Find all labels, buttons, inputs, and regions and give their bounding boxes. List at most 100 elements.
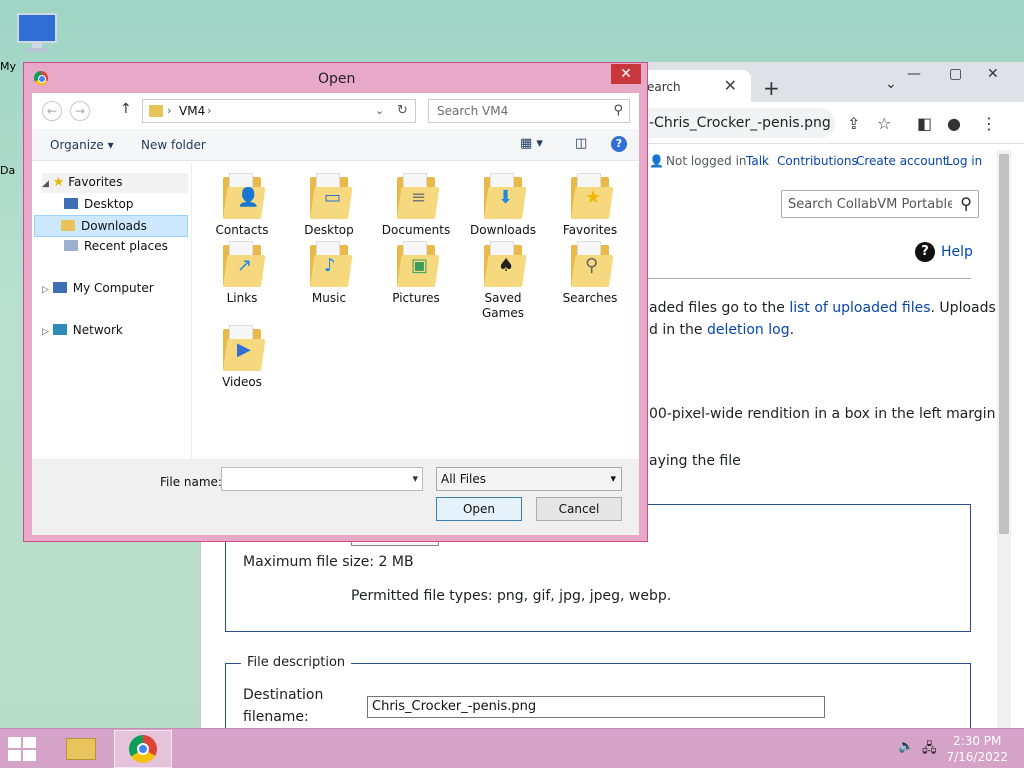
chrome-taskbar-button[interactable] bbox=[114, 730, 172, 768]
bookmark-star-icon[interactable]: ☆ bbox=[877, 114, 891, 133]
help-icon[interactable]: ? bbox=[611, 136, 627, 152]
folder-icon: ≡ bbox=[397, 173, 440, 219]
path-chevron-icon: › bbox=[167, 104, 172, 117]
tree-collapse-icon[interactable]: ▷ bbox=[42, 327, 49, 337]
file-name-input[interactable]: ▾ bbox=[221, 467, 423, 491]
help-link[interactable]: ? Help bbox=[915, 242, 973, 262]
folder-documents[interactable]: ≡ Documents bbox=[376, 173, 456, 238]
preview-pane-icon[interactable]: ◫ bbox=[575, 136, 587, 151]
deletion-log-link[interactable]: deletion log bbox=[707, 322, 790, 338]
folder-icon: ⬇ bbox=[484, 173, 527, 219]
chevron-down-icon[interactable]: ▾ bbox=[610, 472, 616, 485]
clock[interactable]: 2:30 PM 7/16/2022 bbox=[946, 733, 1008, 765]
refresh-icon[interactable]: ↻ bbox=[397, 103, 408, 118]
create-account-link[interactable]: Create account bbox=[856, 154, 948, 168]
dialog-title-bar[interactable]: Open ✕ bbox=[24, 63, 647, 93]
scrollbar-thumb[interactable] bbox=[999, 154, 1009, 534]
profile-avatar-icon[interactable]: ● bbox=[947, 114, 961, 133]
destination-label-line-2: filename: bbox=[243, 709, 309, 725]
windows-start-icon[interactable] bbox=[8, 737, 38, 761]
tree-item-my-computer[interactable]: ▷ My Computer bbox=[42, 279, 154, 297]
destination-filename-input[interactable]: Chris_Crocker_-penis.png bbox=[367, 696, 825, 718]
chevron-down-icon[interactable]: ▾ bbox=[412, 472, 418, 485]
path-chevron-icon-2[interactable]: › bbox=[207, 104, 211, 117]
search-icon[interactable]: ⚲ bbox=[613, 103, 623, 118]
address-bar[interactable]: -Chris_Crocker_-penis.png bbox=[641, 108, 835, 138]
folder-label: Documents bbox=[381, 223, 451, 237]
history-dropdown-icon[interactable]: ⌄ bbox=[375, 104, 384, 117]
folder-downloads[interactable]: ⬇ Downloads bbox=[463, 173, 543, 238]
tree-item-downloads[interactable]: Downloads bbox=[34, 215, 188, 237]
tree-item-network[interactable]: ▷ Network bbox=[42, 321, 123, 339]
share-icon[interactable]: ⇪ bbox=[847, 114, 860, 133]
address-path-bar[interactable]: › VM4 › ⌄ ↻ bbox=[142, 99, 416, 123]
back-arrow-icon[interactable]: ← bbox=[42, 101, 62, 121]
folder-label: Music bbox=[311, 291, 347, 305]
folder-pictures[interactable]: ▣ Pictures bbox=[376, 241, 456, 306]
tab-search-icon[interactable]: ⌄ bbox=[885, 76, 897, 92]
folder-links[interactable]: ↗ Links bbox=[202, 241, 282, 306]
folder-music[interactable]: ♪ Music bbox=[289, 241, 369, 306]
folder-label: Favorites bbox=[562, 223, 618, 237]
folder-path-icon bbox=[149, 105, 163, 117]
folder-label: Desktop bbox=[304, 223, 354, 237]
contributions-link[interactable]: Contributions bbox=[777, 154, 858, 168]
close-tab-icon[interactable]: ✕ bbox=[724, 76, 737, 95]
tree-label-network: Network bbox=[72, 323, 123, 337]
folder-icon: ▭ bbox=[310, 173, 353, 219]
file-name-label: File name: bbox=[160, 475, 222, 489]
clock-time: 2:30 PM bbox=[953, 734, 1002, 748]
music-note-icon: ♪ bbox=[324, 255, 336, 276]
wiki-search-input[interactable]: Search CollabVM Portable W ⚲ bbox=[781, 190, 979, 218]
search-icon[interactable]: ⚲ bbox=[960, 194, 972, 213]
downloads-folder-icon bbox=[61, 220, 75, 231]
maximize-icon[interactable]: ▢ bbox=[949, 66, 962, 82]
file-type-select[interactable]: All Files ▾ bbox=[436, 467, 622, 491]
folder-label: Searches bbox=[562, 291, 618, 305]
forward-arrow-icon[interactable]: → bbox=[70, 101, 90, 121]
folder-saved-games[interactable]: ♠ Saved Games bbox=[463, 241, 543, 321]
page-scrollbar[interactable] bbox=[997, 150, 1011, 730]
talk-link[interactable]: Talk bbox=[746, 154, 769, 168]
folder-videos[interactable]: ▶ Videos bbox=[202, 325, 282, 390]
browser-tab[interactable]: earch ✕ bbox=[641, 70, 751, 102]
tree-label-favorites: Favorites bbox=[68, 175, 123, 189]
volume-muted-icon[interactable]: 🔈 bbox=[898, 739, 914, 754]
cancel-button[interactable]: Cancel bbox=[536, 497, 622, 521]
tree-collapse-icon[interactable]: ▷ bbox=[42, 285, 49, 295]
organize-menu[interactable]: Organize ▾ bbox=[50, 138, 114, 152]
side-panel-icon[interactable]: ◧ bbox=[917, 114, 932, 133]
intro-text-1a: aded files go to the bbox=[649, 300, 790, 316]
tree-item-desktop[interactable]: Desktop bbox=[60, 195, 138, 213]
folder-contacts[interactable]: 👤 Contacts bbox=[202, 173, 282, 238]
menu-kebab-icon[interactable]: ⋮ bbox=[981, 114, 997, 133]
log-in-link[interactable]: Log in bbox=[946, 154, 982, 168]
new-folder-button[interactable]: New folder bbox=[141, 138, 206, 152]
folder-favorites[interactable]: ★ Favorites bbox=[550, 173, 630, 238]
clock-date: 7/16/2022 bbox=[946, 750, 1008, 764]
view-options-icon[interactable]: ▦ ▾ bbox=[520, 136, 543, 151]
help-label: Help bbox=[941, 244, 973, 260]
spade-icon: ♠ bbox=[498, 255, 515, 276]
computer-desktop-icon[interactable] bbox=[14, 10, 62, 58]
folder-searches[interactable]: ⚲ Searches bbox=[550, 241, 630, 306]
minimize-icon[interactable]: — bbox=[907, 66, 921, 82]
tree-item-recent-places[interactable]: Recent places bbox=[60, 237, 172, 255]
close-window-icon[interactable]: ✕ bbox=[987, 66, 999, 82]
dialog-search-input[interactable]: Search VM4 ⚲ bbox=[428, 99, 630, 123]
open-button[interactable]: Open bbox=[436, 497, 522, 521]
network-tray-icon[interactable]: 🖧 bbox=[922, 739, 937, 761]
uploaded-files-link[interactable]: list of uploaded files bbox=[789, 300, 930, 316]
destination-label-line-1: Destination bbox=[243, 687, 324, 703]
download-arrow-icon: ⬇ bbox=[498, 187, 514, 208]
up-arrow-icon[interactable]: ↑ bbox=[120, 101, 132, 117]
star-icon: ★ bbox=[585, 187, 602, 208]
dialog-close-button[interactable]: ✕ bbox=[611, 64, 641, 84]
intro-text-2a: d in the bbox=[649, 322, 707, 338]
tree-item-favorites[interactable]: ◢ ★ Favorites bbox=[42, 173, 188, 193]
folder-desktop[interactable]: ▭ Desktop bbox=[289, 173, 369, 238]
new-tab-button[interactable]: + bbox=[763, 76, 780, 100]
tree-expand-icon[interactable]: ◢ bbox=[42, 179, 49, 189]
desktop-icon-label-data: Da bbox=[0, 164, 16, 177]
file-explorer-taskbar-button[interactable] bbox=[52, 730, 110, 768]
